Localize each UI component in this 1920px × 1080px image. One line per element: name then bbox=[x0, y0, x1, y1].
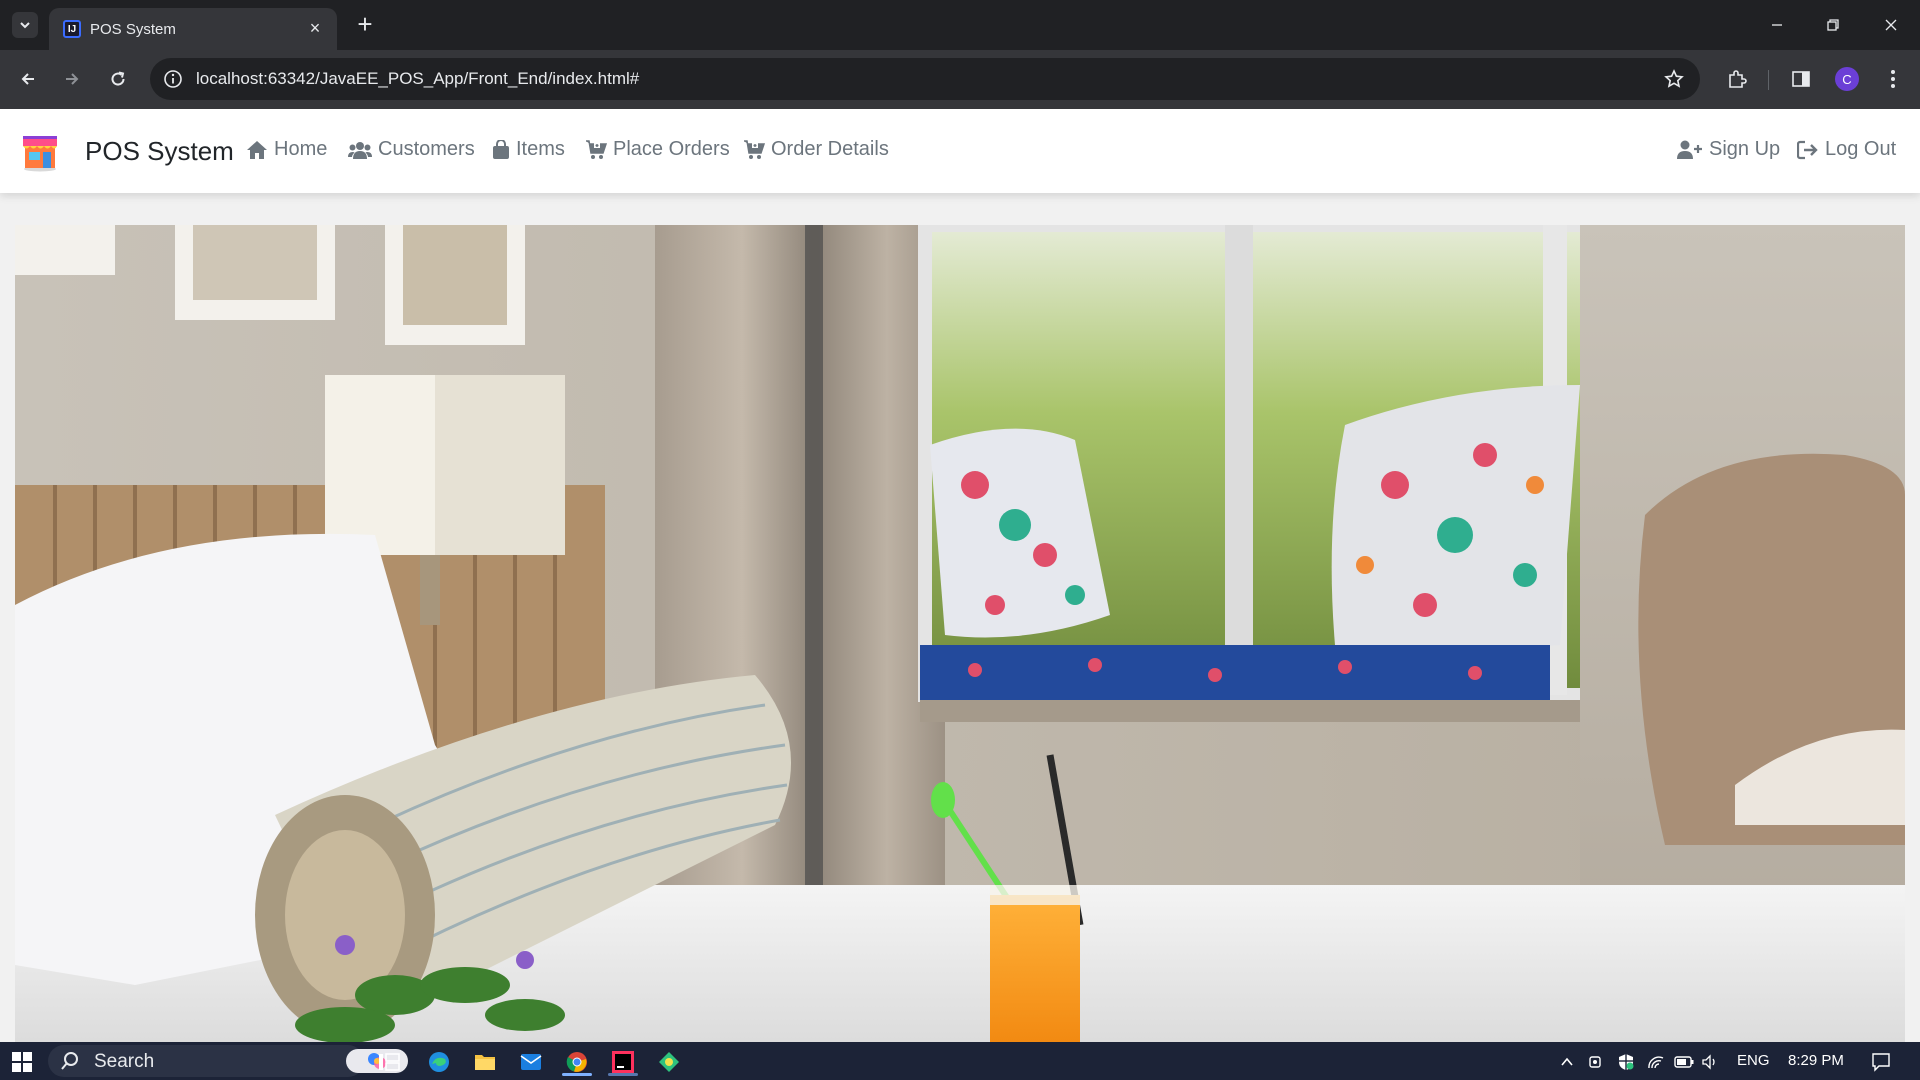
notification-center-button[interactable] bbox=[1867, 1048, 1895, 1076]
side-panel-icon bbox=[1792, 71, 1810, 87]
arrow-left-icon bbox=[21, 73, 34, 85]
reload-icon bbox=[111, 71, 125, 86]
hero-image bbox=[15, 225, 1905, 1042]
reload-button[interactable] bbox=[103, 64, 133, 94]
nav-customers-link[interactable]: Customers bbox=[348, 138, 475, 161]
arrow-right-icon bbox=[66, 73, 79, 85]
sign-up-label: Sign Up bbox=[1709, 138, 1781, 160]
toolbar-divider bbox=[1768, 70, 1769, 90]
network-tray-icon[interactable] bbox=[1642, 1048, 1670, 1076]
search-icon bbox=[61, 1052, 78, 1070]
close-window-button[interactable] bbox=[1876, 10, 1906, 40]
volume-tray-icon[interactable] bbox=[1696, 1048, 1724, 1076]
users-icon bbox=[348, 141, 372, 159]
close-tab-icon[interactable]: × bbox=[305, 18, 325, 38]
nav-place-orders-link[interactable]: Place Orders bbox=[585, 138, 730, 161]
git-diamond-icon bbox=[659, 1052, 679, 1072]
git-app[interactable] bbox=[655, 1048, 683, 1076]
home-icon bbox=[247, 140, 267, 159]
sign-up-link[interactable]: Sign Up bbox=[1677, 138, 1780, 161]
kebab-menu-icon bbox=[1891, 70, 1895, 88]
nav-home-link[interactable]: Home bbox=[246, 138, 327, 161]
nav-home-label: Home bbox=[274, 138, 328, 160]
web-page: POS System Home Customers Items Place Or… bbox=[0, 109, 1920, 1042]
browser-menu-button[interactable] bbox=[1878, 64, 1908, 94]
start-button[interactable] bbox=[8, 1048, 36, 1076]
browser-tab[interactable]: IJ POS System × bbox=[49, 8, 337, 50]
taskbar-search-label: Search bbox=[94, 1051, 155, 1072]
nav-items-link[interactable]: Items bbox=[492, 138, 565, 161]
side-panel-button[interactable] bbox=[1786, 64, 1816, 94]
taskbar-clock[interactable]: 8:29 PM bbox=[1788, 1052, 1844, 1069]
intellij-icon bbox=[612, 1051, 634, 1073]
mail-icon bbox=[520, 1054, 542, 1070]
notification-icon bbox=[1872, 1053, 1890, 1072]
browser-tab-strip: IJ POS System × + bbox=[0, 0, 1920, 50]
logout-icon bbox=[1797, 140, 1818, 159]
profile-avatar[interactable]: C bbox=[1835, 67, 1859, 91]
battery-icon bbox=[1674, 1056, 1694, 1068]
chevron-down-icon bbox=[20, 22, 30, 29]
meet-now-tray-icon[interactable] bbox=[1582, 1048, 1610, 1076]
shield-icon bbox=[1619, 1054, 1634, 1070]
edge-icon bbox=[429, 1052, 449, 1072]
close-icon bbox=[1885, 19, 1897, 31]
forward-button[interactable] bbox=[57, 64, 87, 94]
windows-logo-icon bbox=[12, 1052, 32, 1072]
extensions-button[interactable] bbox=[1722, 64, 1752, 94]
edge-app[interactable] bbox=[425, 1048, 453, 1076]
intellij-app[interactable] bbox=[608, 1048, 638, 1076]
intellij-favicon-icon: IJ bbox=[63, 20, 81, 38]
folder-icon bbox=[475, 1055, 495, 1070]
log-out-label: Log Out bbox=[1825, 138, 1897, 160]
browser-toolbar: localhost:63342/JavaEE_POS_App/Front_End… bbox=[0, 50, 1920, 109]
bag-icon bbox=[493, 139, 509, 159]
address-bar[interactable]: localhost:63342/JavaEE_POS_App/Front_End… bbox=[150, 58, 1700, 100]
tab-title: POS System bbox=[90, 21, 176, 38]
user-plus-icon bbox=[1677, 140, 1702, 159]
speaker-icon bbox=[1702, 1054, 1715, 1070]
task-view-icon bbox=[379, 1053, 400, 1071]
cart-icon bbox=[744, 139, 765, 159]
battery-tray-icon[interactable] bbox=[1670, 1048, 1698, 1076]
nav-place-orders-label: Place Orders bbox=[613, 138, 730, 160]
taskbar-search-box[interactable]: Search bbox=[48, 1045, 408, 1077]
tab-search-button[interactable] bbox=[12, 12, 38, 38]
url-text[interactable]: localhost:63342/JavaEE_POS_App/Front_End… bbox=[196, 69, 639, 89]
task-view-button[interactable] bbox=[375, 1048, 403, 1076]
show-hidden-icons-button[interactable] bbox=[1553, 1048, 1581, 1076]
video-icon bbox=[1589, 1056, 1601, 1068]
minimize-button[interactable] bbox=[1762, 10, 1792, 40]
chevron-up-icon bbox=[1561, 1057, 1573, 1066]
chrome-app[interactable] bbox=[562, 1048, 592, 1076]
store-logo-icon[interactable] bbox=[20, 132, 60, 172]
language-indicator[interactable]: ENG bbox=[1737, 1052, 1770, 1069]
windows-taskbar: Search ENG 8:29 PM bbox=[0, 1042, 1920, 1080]
nav-order-details-link[interactable]: Order Details bbox=[743, 138, 889, 161]
app-navbar: POS System Home Customers Items Place Or… bbox=[0, 109, 1920, 193]
restore-button[interactable] bbox=[1818, 10, 1848, 40]
nav-customers-label: Customers bbox=[378, 138, 475, 160]
nav-items-label: Items bbox=[516, 138, 565, 160]
bookmark-star-icon[interactable] bbox=[1662, 67, 1686, 91]
new-tab-button[interactable]: + bbox=[352, 11, 378, 38]
restore-icon bbox=[1827, 19, 1839, 31]
brand-name[interactable]: POS System bbox=[85, 136, 234, 167]
chrome-active-indicator bbox=[562, 1073, 592, 1076]
back-button[interactable] bbox=[13, 64, 43, 94]
file-explorer-app[interactable] bbox=[471, 1048, 499, 1076]
puzzle-icon bbox=[1729, 70, 1747, 88]
site-info-icon[interactable] bbox=[162, 68, 184, 90]
chrome-icon bbox=[566, 1052, 587, 1072]
mail-app[interactable] bbox=[517, 1048, 545, 1076]
cart-icon bbox=[586, 139, 607, 159]
security-tray-icon[interactable] bbox=[1612, 1048, 1640, 1076]
minimize-icon bbox=[1772, 24, 1782, 26]
wifi-icon bbox=[1648, 1056, 1664, 1069]
nav-order-details-label: Order Details bbox=[771, 138, 889, 160]
log-out-link[interactable]: Log Out bbox=[1797, 138, 1896, 161]
intellij-active-indicator bbox=[608, 1073, 638, 1076]
